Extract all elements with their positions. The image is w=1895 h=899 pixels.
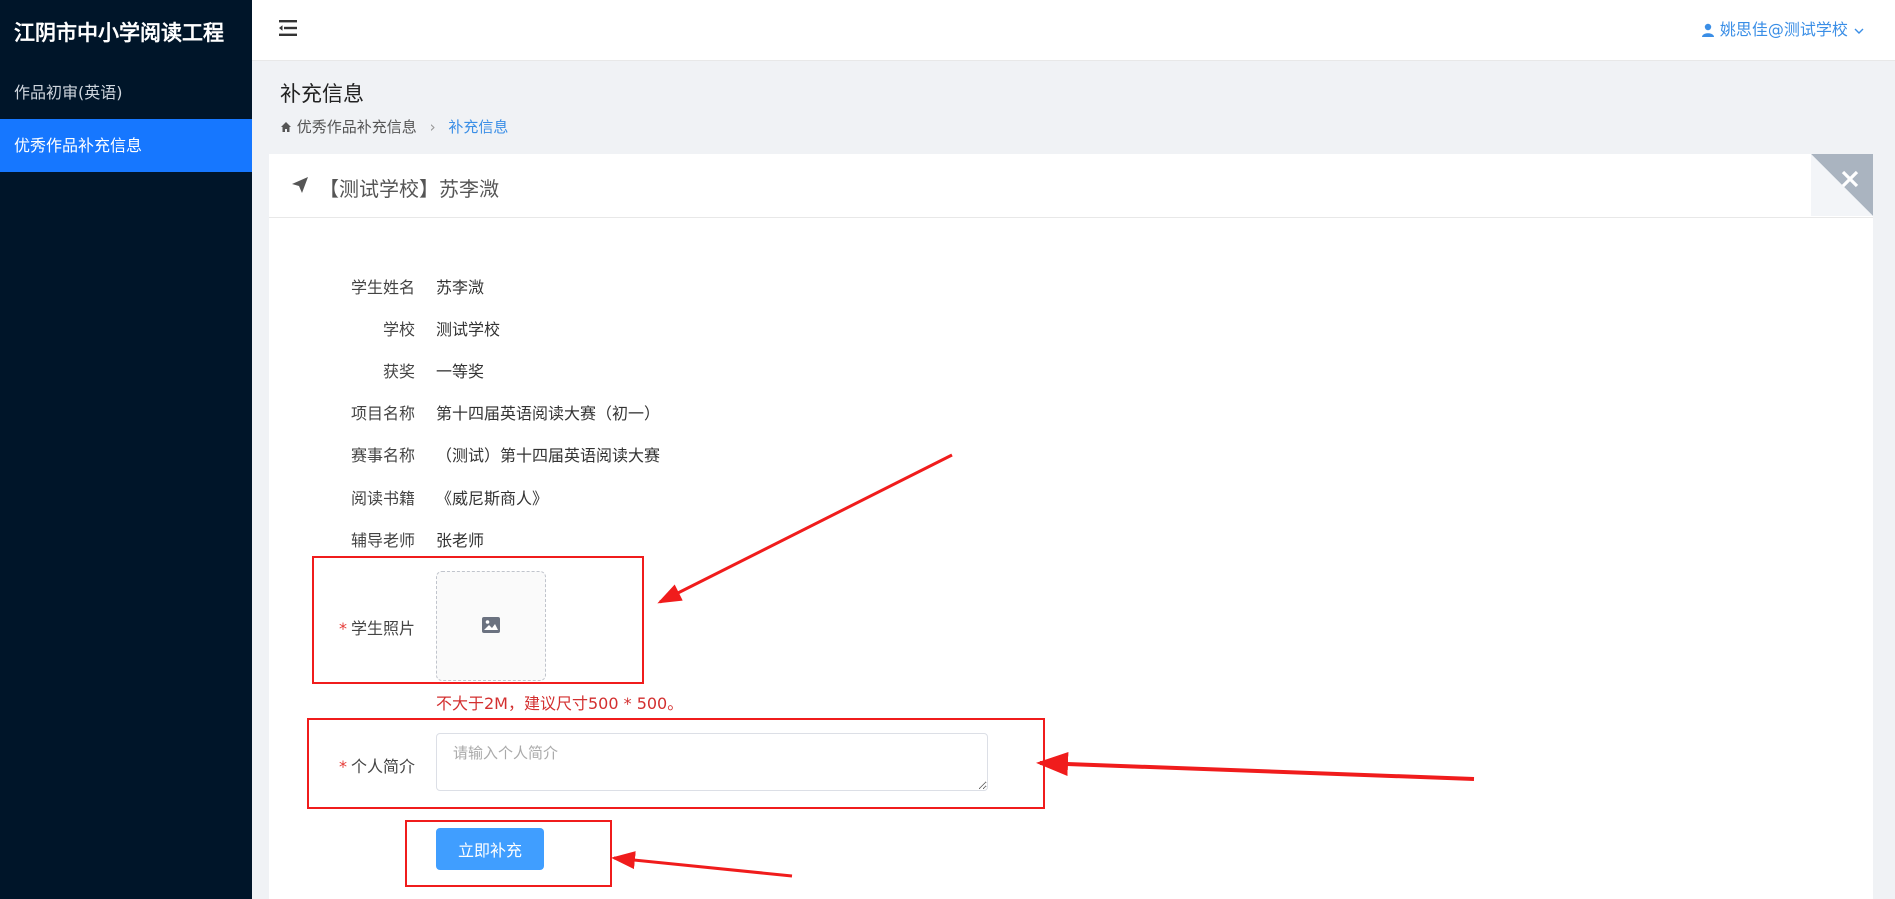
- submit-button[interactable]: 立即补充: [436, 828, 544, 870]
- photo-label-text: 学生照片: [350, 619, 415, 638]
- field-label-school: 学校: [382, 320, 415, 339]
- home-icon: [281, 122, 291, 132]
- menu-collapse-icon[interactable]: [276, 16, 300, 40]
- chevron-down-icon: [1854, 28, 1864, 34]
- required-mark: *: [338, 757, 347, 776]
- field-value-project: 第十四届英语阅读大赛（初一）: [436, 404, 661, 423]
- field-value-student-name: 苏李溦: [436, 278, 485, 297]
- field-value-contest: （测试）第十四届英语阅读大赛: [436, 446, 661, 465]
- user-icon: [1701, 23, 1714, 37]
- field-value-award: 一等奖: [436, 362, 485, 381]
- breadcrumb-home[interactable]: 优秀作品补充信息: [297, 118, 417, 136]
- field-label-award: 获奖: [382, 362, 415, 381]
- photo-label: * 学生照片: [270, 615, 415, 639]
- card-header: 【测试学校】苏李溦: [269, 154, 1873, 218]
- top-bar: 姚思佳@测试学校: [252, 0, 1895, 61]
- breadcrumb-separator-icon: ›: [429, 118, 436, 136]
- page-title: 补充信息: [280, 82, 364, 106]
- close-icon[interactable]: [1811, 154, 1873, 216]
- breadcrumb: 优秀作品补充信息 › 补充信息: [280, 116, 508, 137]
- sidebar-item-first-review[interactable]: 作品初审(英语): [0, 66, 252, 119]
- field-value-teacher: 张老师: [436, 531, 485, 550]
- field-value-book: 《威尼斯商人》: [436, 489, 549, 508]
- sidebar: 江阴市中小学阅读工程 作品初审(英语) 优秀作品补充信息: [0, 0, 252, 899]
- field-label-project: 项目名称: [350, 404, 415, 423]
- photo-hint: 不大于2M，建议尺寸500 * 500。: [436, 694, 684, 713]
- user-menu[interactable]: 姚思佳@测试学校: [1701, 16, 1865, 40]
- breadcrumb-current: 补充信息: [448, 118, 509, 136]
- sidebar-item-supplement-info[interactable]: 优秀作品补充信息: [0, 119, 252, 172]
- card-title: 【测试学校】苏李溦: [319, 177, 499, 201]
- user-name: 姚思佳@测试学校: [1719, 20, 1848, 39]
- paper-plane-icon: [292, 177, 308, 193]
- field-value-school: 测试学校: [436, 320, 501, 339]
- field-label-book: 阅读书籍: [350, 489, 415, 508]
- intro-label: * 个人简介: [270, 753, 415, 777]
- intro-textarea[interactable]: [436, 733, 988, 791]
- image-icon: [482, 617, 500, 633]
- required-mark: *: [338, 619, 347, 638]
- field-label-teacher: 辅导老师: [350, 531, 415, 550]
- app-title: 江阴市中小学阅读工程: [14, 21, 224, 45]
- intro-label-text: 个人简介: [350, 757, 415, 776]
- photo-upload[interactable]: [436, 571, 546, 681]
- field-label-contest: 赛事名称: [350, 446, 415, 465]
- field-label-student-name: 学生姓名: [350, 278, 415, 297]
